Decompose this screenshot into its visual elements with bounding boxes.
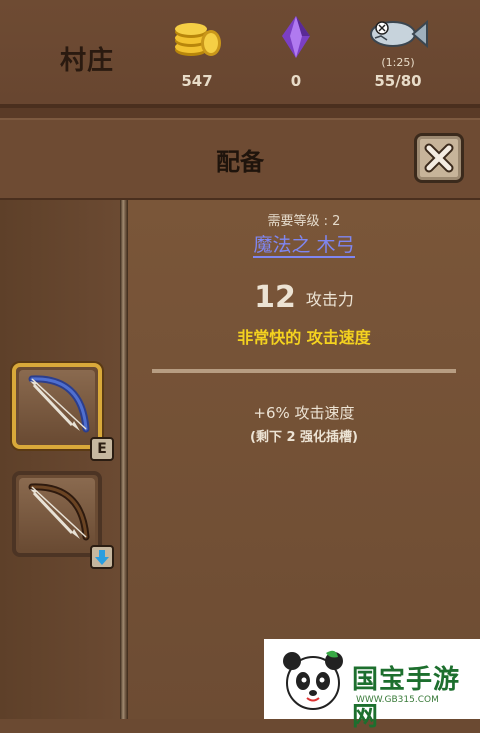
gold-amount: 547 bbox=[181, 72, 213, 90]
equip-arrow-badge[interactable] bbox=[90, 545, 114, 569]
village-label[interactable]: 村庄 bbox=[60, 40, 114, 77]
fish-counter: (1:25) 55/80 bbox=[353, 14, 443, 90]
details-divider bbox=[152, 369, 456, 373]
close-button[interactable] bbox=[414, 133, 464, 183]
enhance-slots-remaining: (剩下 2 强化插槽) bbox=[250, 430, 358, 445]
bonus-stat: +6% 攻击速度 bbox=[253, 404, 355, 422]
required-level: 需要等级 : 2 bbox=[267, 214, 341, 229]
attack-speed-text: 非常快的 攻击速度 bbox=[237, 328, 371, 347]
gold-coins-icon bbox=[175, 23, 221, 56]
resource-bar: 村庄 547 0 (1:25) 55/80 bbox=[0, 0, 480, 108]
equipment-slot-equipped[interactable] bbox=[12, 363, 102, 449]
fish-amount: 55/80 bbox=[374, 72, 422, 90]
watermark-url: WWW.GB315.COM bbox=[356, 695, 439, 705]
item-name[interactable]: 魔法之 木弓 bbox=[128, 230, 480, 258]
gem-amount: 0 bbox=[290, 72, 302, 90]
attack-row: 12 攻击力 bbox=[128, 280, 480, 315]
panel-title: 配备 bbox=[216, 148, 264, 176]
fish-timer: (1:25) bbox=[381, 56, 415, 69]
down-arrow-icon bbox=[95, 550, 109, 565]
header-separator bbox=[0, 108, 480, 118]
close-icon bbox=[424, 143, 454, 173]
blue-bow-icon bbox=[28, 375, 90, 433]
fish-icon bbox=[370, 19, 428, 49]
gold-counter: 547 bbox=[152, 14, 242, 90]
equipment-slot-item[interactable] bbox=[12, 471, 102, 557]
attack-label: 攻击力 bbox=[305, 289, 354, 309]
panda-logo-icon bbox=[283, 650, 343, 710]
equipped-badge: E bbox=[90, 437, 114, 461]
panel-header: 配备 bbox=[0, 118, 480, 202]
purple-gem-icon bbox=[282, 16, 310, 58]
site-watermark: 国宝手游网 WWW.GB315.COM bbox=[264, 639, 480, 732]
gem-counter: 0 bbox=[251, 14, 341, 90]
attack-value: 12 bbox=[254, 280, 296, 315]
wooden-bow-icon bbox=[28, 483, 90, 541]
panel-divider bbox=[120, 200, 128, 719]
item-name-text: 魔法之 木弓 bbox=[253, 234, 355, 258]
